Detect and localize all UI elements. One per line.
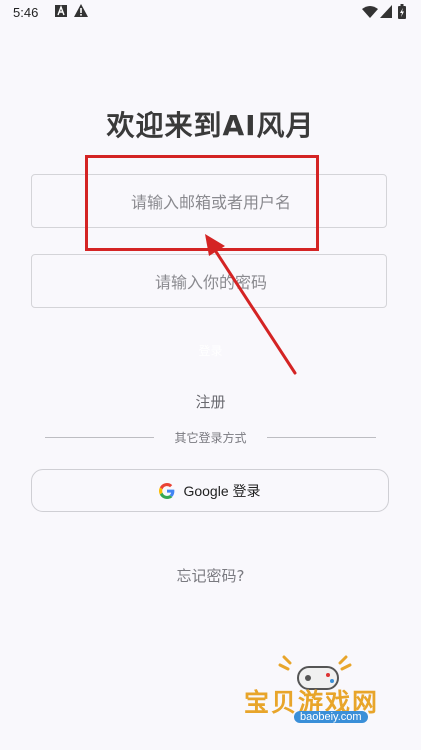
watermark-url: baobeiy.com bbox=[294, 711, 368, 723]
register-link[interactable]: 注册 bbox=[0, 391, 421, 412]
wifi-icon bbox=[362, 6, 378, 18]
google-login-label: Google 登录 bbox=[183, 482, 261, 499]
annotation-arrow-icon bbox=[205, 234, 297, 375]
warning-icon bbox=[74, 4, 88, 17]
notification-a-icon bbox=[55, 5, 67, 17]
other-login-divider: 其它登录方式 bbox=[45, 428, 376, 446]
status-time: 5:46 bbox=[13, 5, 39, 20]
google-logo-icon bbox=[159, 482, 175, 499]
page-title: 欢迎来到AI风月 bbox=[106, 109, 315, 142]
signal-icon bbox=[380, 5, 392, 18]
status-bar: 5:46 bbox=[0, 0, 421, 26]
battery-charging-icon bbox=[398, 4, 406, 19]
google-login-button[interactable]: Google 登录 bbox=[31, 469, 389, 512]
forgot-password-link[interactable]: 忘记密码? bbox=[0, 565, 421, 586]
divider-line-right bbox=[267, 437, 376, 438]
